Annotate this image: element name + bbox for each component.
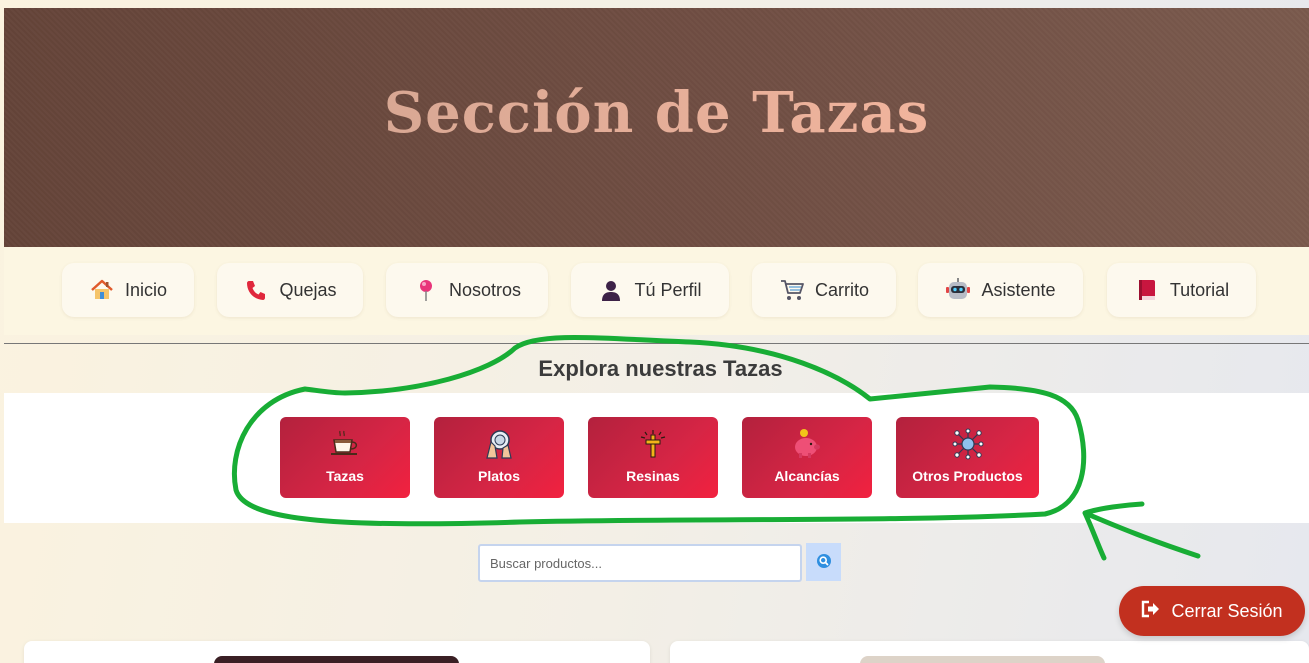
category-button-otros[interactable]: Otros Productos [896,417,1039,498]
nav-item-inicio[interactable]: Inicio [62,263,194,317]
nav-label-asistente: Asistente [981,279,1056,300]
search-icon [816,553,832,572]
product-card[interactable] [670,641,1309,663]
logout-label: Cerrar Sesión [1171,600,1283,621]
nav-label-inicio: Inicio [124,279,168,300]
category-button-tazas[interactable]: Tazas [280,417,410,498]
nav-item-tutorial[interactable]: Tutorial [1107,263,1256,317]
nav-label-quejas: Quejas [279,279,337,300]
sign-out-icon [1141,600,1161,623]
section-divider [4,343,1309,344]
cup-icon [328,427,362,461]
cart-icon [779,277,805,303]
product-image [860,656,1105,663]
category-label-otros: Otros Productos [912,468,1023,484]
search-input[interactable] [478,544,802,582]
nav-item-asistente[interactable]: Asistente [918,263,1083,317]
logout-button[interactable]: Cerrar Sesión [1119,586,1305,636]
product-card[interactable] [24,641,650,663]
robot-icon [945,277,971,303]
category-button-alcancias[interactable]: Alcancías [742,417,872,498]
home-icon [89,277,115,303]
nav-label-nosotros: Nosotros [448,279,522,300]
nav-item-perfil[interactable]: Tú Perfil [571,263,729,317]
category-label-alcancias: Alcancías [774,468,840,484]
nav-label-carrito: Carrito [814,279,869,300]
categories-title: Explora nuestras Tazas [538,356,783,381]
category-label-tazas: Tazas [326,468,364,484]
page-title: Sección de Tazas [383,79,930,146]
book-icon [1134,277,1160,303]
nav-item-nosotros[interactable]: Nosotros [386,263,548,317]
category-label-platos: Platos [477,468,520,484]
user-icon [598,277,624,303]
plate-icon [482,427,516,461]
category-button-resinas[interactable]: Resinas [588,417,718,498]
phone-icon [243,277,269,303]
categories-panel: Tazas Platos Resinas Alcancías Otros Pro… [4,393,1309,523]
cross-icon [636,427,670,461]
search-button[interactable] [806,543,841,581]
nav-item-carrito[interactable]: Carrito [752,263,896,317]
main-nav: Inicio Quejas Nosotros Tú Perfil Carrito… [4,247,1309,335]
nav-label-perfil: Tú Perfil [634,279,702,300]
nav-label-tutorial: Tutorial [1169,279,1230,300]
piggy-bank-icon [790,427,824,461]
network-icon [951,427,985,461]
map-pin-icon [413,277,439,303]
product-image [214,656,459,663]
page: Sección de Tazas Inicio Quejas Nosotros … [4,8,1309,663]
category-button-platos[interactable]: Platos [434,417,564,498]
nav-item-quejas[interactable]: Quejas [217,263,363,317]
category-label-resinas: Resinas [626,468,680,484]
header-banner: Sección de Tazas [4,8,1309,247]
